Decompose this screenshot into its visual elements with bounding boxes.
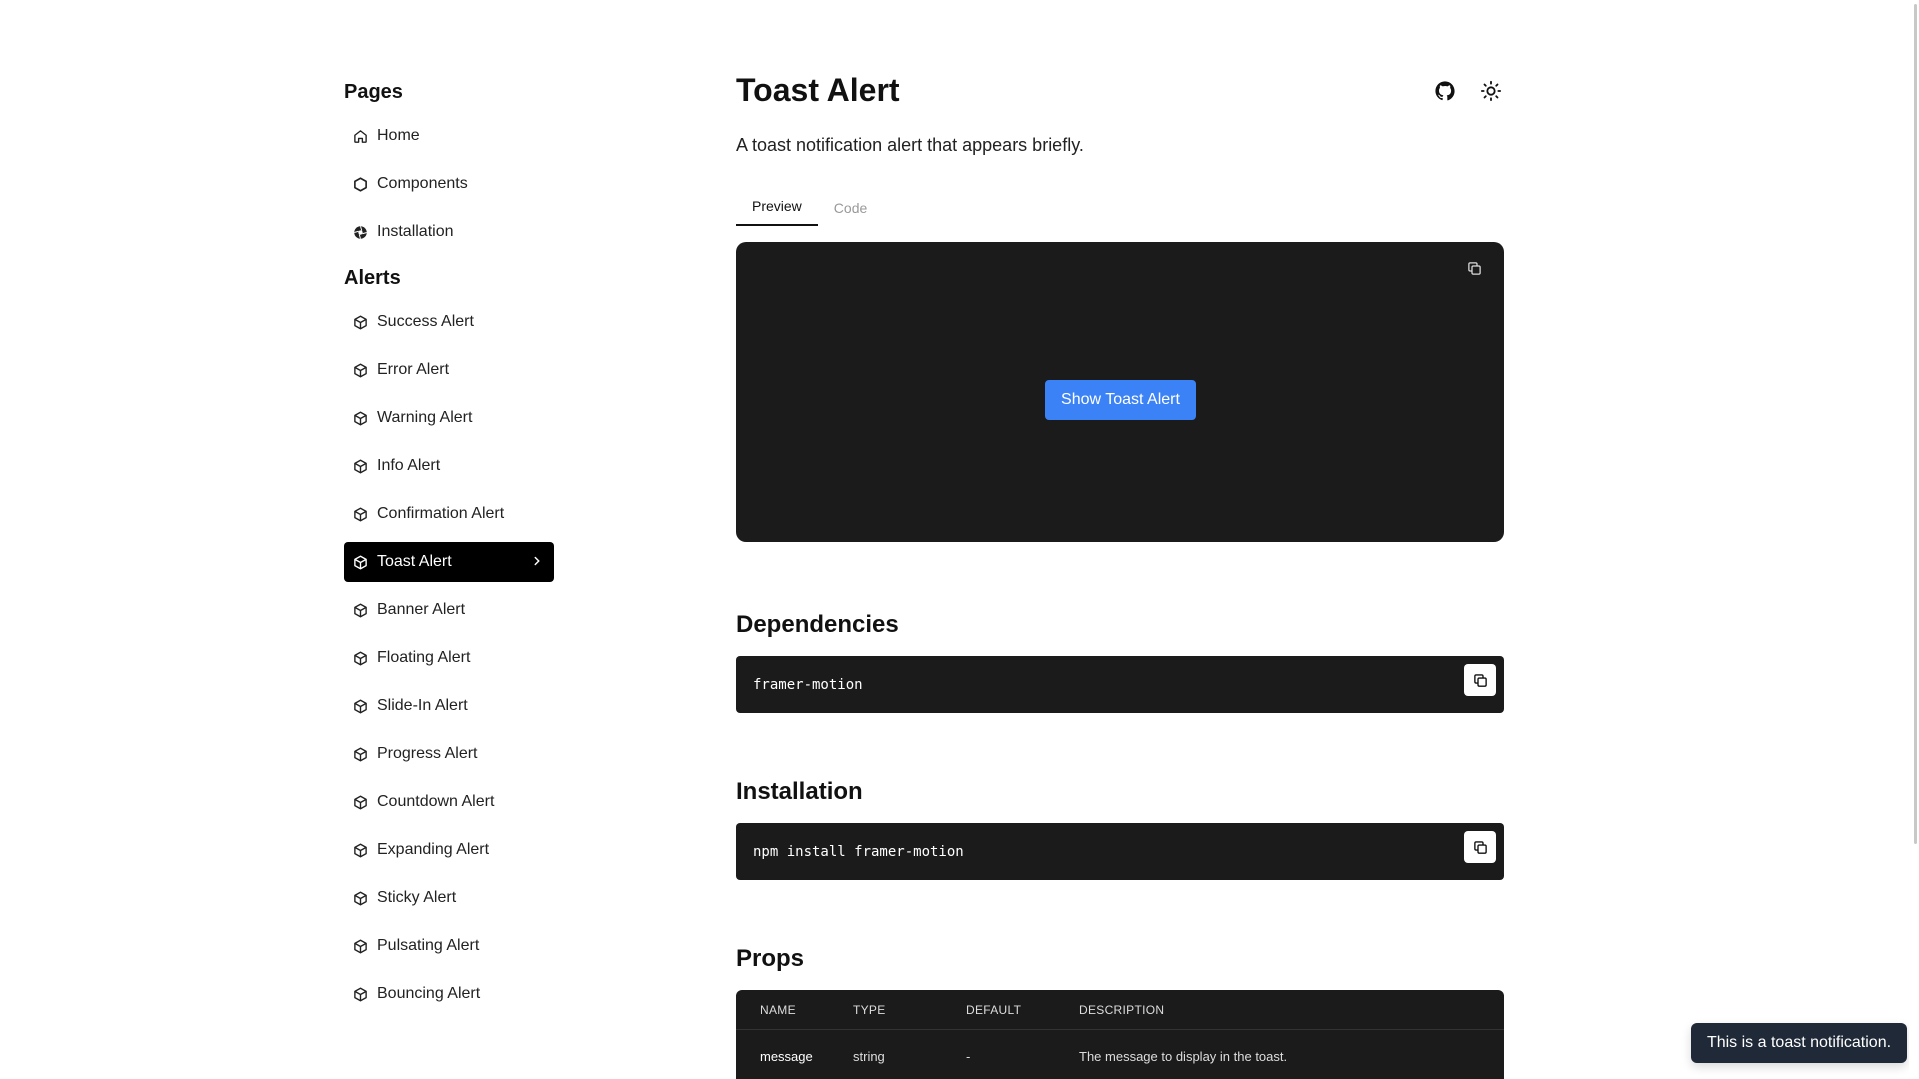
sidebar-item-confirmation-alert[interactable]: Confirmation Alert (344, 494, 554, 534)
package-icon (352, 890, 368, 906)
dependencies-code: framer-motion (753, 676, 863, 693)
sidebar-item-info-alert[interactable]: Info Alert (344, 446, 554, 486)
sidebar-item-label: Pulsating Alert (377, 937, 480, 954)
table-row: message string - The message to display … (736, 1030, 1504, 1079)
sidebar-item-label: Floating Alert (377, 649, 471, 666)
sidebar-item-label: Info Alert (377, 457, 441, 474)
header-actions (1432, 78, 1504, 104)
sidebar-item-label: Warning Alert (377, 409, 473, 426)
sidebar-item-label: Success Alert (377, 313, 474, 330)
sidebar-item-home[interactable]: Home (344, 116, 554, 156)
home-icon (352, 128, 368, 144)
show-toast-button[interactable]: Show Toast Alert (1045, 380, 1196, 420)
main-content: Toast Alert A toast notification alert t… (736, 70, 1504, 1079)
sidebar-item-toast-alert[interactable]: Toast Alert (344, 542, 554, 582)
sidebar-item-label: Progress Alert (377, 745, 478, 762)
preview-panel: Show Toast Alert (736, 242, 1504, 542)
sidebar-item-error-alert[interactable]: Error Alert (344, 350, 554, 390)
tab-preview[interactable]: Preview (736, 198, 818, 226)
sidebar-item-label: Error Alert (377, 361, 450, 378)
sidebar-item-label: Bouncing Alert (377, 985, 481, 1002)
column-header-description: DESCRIPTION (1079, 1002, 1165, 1017)
props-title: Props (736, 945, 805, 972)
alerts-list: Success Alert Error Alert Warning Alert Inf… (344, 302, 554, 1014)
sun-icon[interactable] (1478, 78, 1504, 104)
sidebar-item-slide-in-alert[interactable]: Slide-In Alert (344, 686, 554, 726)
package-icon (352, 602, 368, 618)
sidebar-item-label: Countdown Alert (377, 793, 495, 810)
installation-code: npm install framer-motion (753, 843, 964, 860)
sidebar-item-banner-alert[interactable]: Banner Alert (344, 590, 554, 630)
sidebar-item-success-alert[interactable]: Success Alert (344, 302, 554, 342)
pages-section-title: Pages (344, 81, 403, 103)
installation-code-block: npm install framer-motion (736, 823, 1504, 880)
column-header-name: NAME (760, 1002, 796, 1017)
tabs: Preview Code (736, 188, 1504, 226)
sidebar-item-label: Home (377, 127, 420, 144)
package-icon (352, 458, 368, 474)
sidebar-item-sticky-alert[interactable]: Sticky Alert (344, 878, 554, 918)
package-icon (352, 410, 368, 426)
package-icon (352, 794, 368, 810)
dependencies-code-block: framer-motion (736, 656, 1504, 713)
copy-dependencies-button[interactable] (1464, 664, 1496, 696)
package-icon (352, 314, 368, 330)
package-icon (352, 554, 368, 570)
column-header-default: DEFAULT (966, 1002, 1022, 1017)
package-icon (352, 746, 368, 762)
scrollbar[interactable] (1909, 0, 1919, 1079)
sidebar-item-label: Banner Alert (377, 601, 466, 618)
aperture-icon (352, 224, 368, 240)
sidebar-item-label: Components (377, 175, 468, 192)
sidebar-item-pulsating-alert[interactable]: Pulsating Alert (344, 926, 554, 966)
toast-notification: This is a toast notification. (1691, 1023, 1907, 1063)
table-header: NAME TYPE DEFAULT DESCRIPTION (736, 990, 1504, 1030)
tab-code[interactable]: Code (818, 200, 883, 226)
copy-icon[interactable] (1464, 258, 1484, 278)
sidebar-item-label: Slide-In Alert (377, 697, 468, 714)
sidebar-item-floating-alert[interactable]: Floating Alert (344, 638, 554, 678)
prop-name: message (760, 1048, 813, 1064)
sidebar-item-label: Toast Alert (377, 553, 452, 570)
page-description: A toast notification alert that appears … (736, 135, 1084, 155)
dependencies-title: Dependencies (736, 611, 899, 638)
sidebar-item-progress-alert[interactable]: Progress Alert (344, 734, 554, 774)
package-icon (352, 938, 368, 954)
sidebar-item-expanding-alert[interactable]: Expanding Alert (344, 830, 554, 870)
package-icon (352, 986, 368, 1002)
package-icon (352, 698, 368, 714)
sidebar: Pages Home Components Installation Alert… (344, 80, 554, 1022)
sidebar-item-label: Sticky Alert (377, 889, 457, 906)
props-table: NAME TYPE DEFAULT DESCRIPTION message st… (736, 990, 1504, 1079)
sidebar-item-components[interactable]: Components (344, 164, 554, 204)
package-icon (352, 362, 368, 378)
package-icon (352, 842, 368, 858)
package-icon (352, 650, 368, 666)
installation-title: Installation (736, 778, 863, 805)
prop-type: string (853, 1048, 885, 1064)
hexagon-icon (352, 176, 368, 192)
sidebar-item-warning-alert[interactable]: Warning Alert (344, 398, 554, 438)
sidebar-item-label: Confirmation Alert (377, 505, 505, 522)
prop-default: - (966, 1048, 971, 1064)
copy-installation-button[interactable] (1464, 831, 1496, 863)
scrollbar-thumb[interactable] (1914, 4, 1917, 844)
github-icon[interactable] (1432, 78, 1458, 104)
package-icon (352, 506, 368, 522)
prop-description: The message to display in the toast. (1079, 1048, 1288, 1064)
sidebar-item-label: Installation (377, 223, 454, 240)
sidebar-item-countdown-alert[interactable]: Countdown Alert (344, 782, 554, 822)
column-header-type: TYPE (853, 1002, 886, 1017)
sidebar-item-installation[interactable]: Installation (344, 212, 554, 252)
sidebar-item-label: Expanding Alert (377, 841, 490, 858)
chevron-right-icon (530, 554, 544, 568)
page-title: Toast Alert (736, 72, 900, 108)
sidebar-item-bouncing-alert[interactable]: Bouncing Alert (344, 974, 554, 1014)
alerts-section-title: Alerts (344, 267, 401, 289)
